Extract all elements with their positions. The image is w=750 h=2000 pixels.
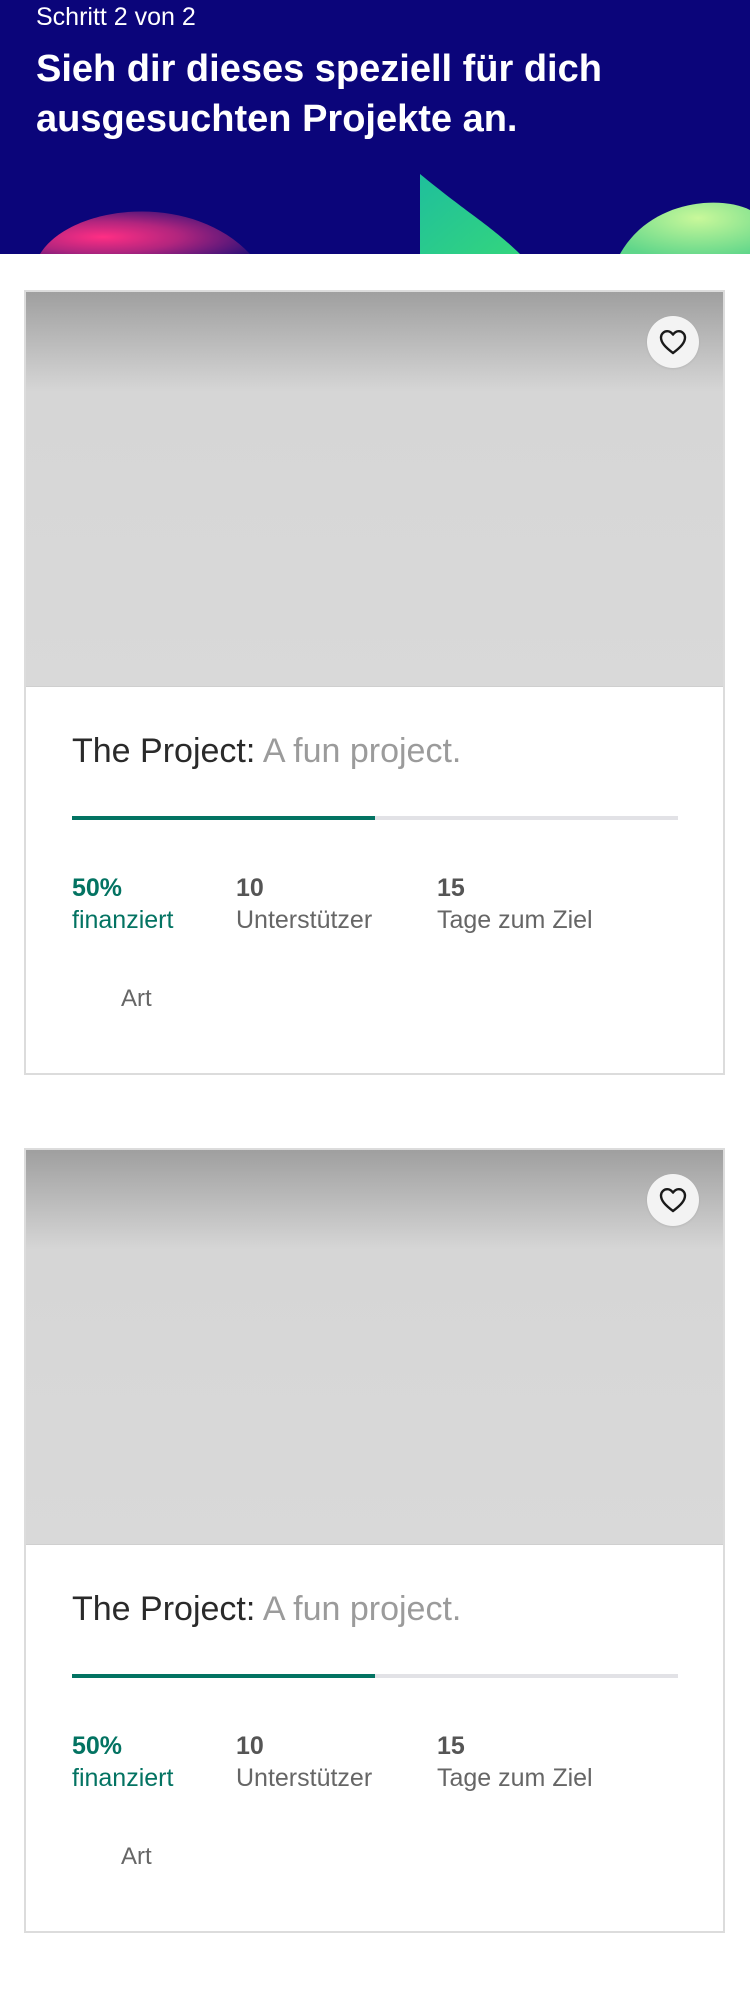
project-stats: 50% finanziert 10 Unterstützer 15 Tage z…	[72, 872, 680, 936]
favorite-button[interactable]	[647, 316, 699, 368]
stat-days-label: Tage zum Ziel	[437, 906, 593, 934]
stat-funded: 50% finanziert	[72, 872, 173, 936]
stat-backers-label: Unterstützer	[236, 1764, 373, 1792]
heart-outline-icon	[659, 1188, 687, 1213]
funding-progress-bar	[72, 1674, 678, 1678]
project-category[interactable]: Art	[121, 984, 152, 1014]
stat-days-label: Tage zum Ziel	[437, 1764, 593, 1792]
stat-backers: 10 Unterstützer	[236, 872, 372, 936]
project-card[interactable]: The Project: A fun project. 50% finanzie…	[24, 1148, 725, 1933]
stat-backers: 10 Unterstützer	[236, 1730, 372, 1794]
stat-backers-value: 10	[236, 1732, 264, 1760]
project-image[interactable]	[26, 1150, 723, 1545]
project-category[interactable]: Art	[121, 1842, 152, 1872]
stat-backers-label: Unterstützer	[236, 906, 373, 934]
pink-blob-shape	[40, 211, 250, 254]
project-stats: 50% finanziert 10 Unterstützer 15 Tage z…	[72, 1730, 680, 1794]
stat-days-value: 15	[437, 1732, 465, 1760]
stat-days-value: 15	[437, 874, 465, 902]
project-title[interactable]: The Project: A fun project.	[72, 730, 461, 772]
stat-funded: 50% finanziert	[72, 1730, 173, 1794]
step-indicator: Schritt 2 von 2	[36, 3, 196, 31]
project-image[interactable]	[26, 292, 723, 687]
funding-progress-fill	[72, 1674, 375, 1678]
funding-progress-bar	[72, 816, 678, 820]
lime-blob-shape	[620, 202, 750, 254]
favorite-button[interactable]	[647, 1174, 699, 1226]
project-title[interactable]: The Project: A fun project.	[72, 1588, 461, 1630]
stat-funded-value: 50%	[72, 874, 123, 902]
project-blurb: A fun project.	[262, 1590, 462, 1628]
page-title: Sieh dir dieses speziell für dich ausges…	[36, 48, 602, 140]
page-header: Schritt 2 von 2 Sieh dir dieses speziell…	[0, 0, 750, 254]
stat-funded-label: finanziert	[72, 1764, 174, 1792]
project-name: The Project:	[72, 1590, 256, 1628]
stat-days: 15 Tage zum Ziel	[437, 1730, 593, 1794]
stat-backers-value: 10	[236, 874, 264, 902]
stat-days: 15 Tage zum Ziel	[437, 872, 593, 936]
project-card[interactable]: The Project: A fun project. 50% finanzie…	[24, 290, 725, 1075]
green-triangle-shape	[420, 174, 520, 254]
stat-funded-value: 50%	[72, 1732, 123, 1760]
funding-progress-fill	[72, 816, 375, 820]
project-blurb: A fun project.	[262, 732, 462, 770]
stat-funded-label: finanziert	[72, 906, 174, 934]
heart-outline-icon	[659, 330, 687, 355]
project-name: The Project:	[72, 732, 256, 770]
